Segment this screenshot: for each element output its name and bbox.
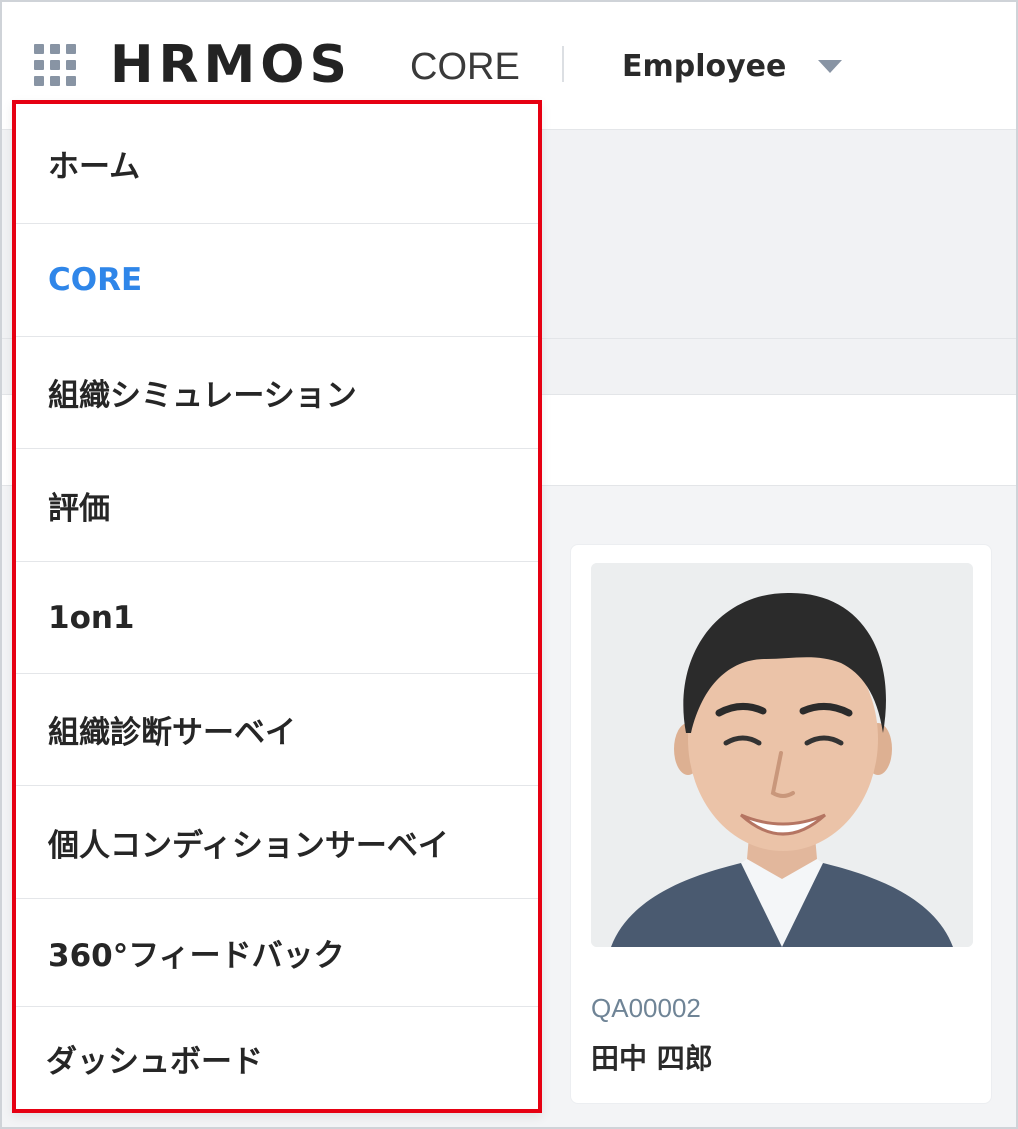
role-selector[interactable]: Employee (622, 42, 843, 90)
employee-name: 田中 四郎 (591, 1042, 713, 1075)
app-switcher-menu: ホーム CORE 組織シミュレーション 評価 1on1 組織診断サーベイ 個人コ… (12, 100, 542, 1113)
employee-photo (591, 563, 973, 947)
menu-item-1on1[interactable]: 1on1 (16, 562, 538, 674)
menu-item-org-survey[interactable]: 組織診断サーベイ (16, 674, 538, 786)
role-label: Employee (622, 48, 787, 84)
product-name: CORE (410, 46, 520, 88)
employee-card[interactable]: QA00002 田中 四郎 (570, 544, 992, 1104)
menu-item-dashboard[interactable]: ダッシュボード (16, 1007, 538, 1109)
brand-logo[interactable]: HRMOS (110, 32, 352, 98)
menu-item-home[interactable]: ホーム (16, 104, 538, 224)
menu-item-360-feedback[interactable]: 360°フィードバック (16, 899, 538, 1007)
menu-item-condition-survey[interactable]: 個人コンディションサーベイ (16, 786, 538, 899)
menu-item-org-simulation[interactable]: 組織シミュレーション (16, 337, 538, 449)
caret-down-icon (818, 59, 843, 73)
header-divider (562, 46, 564, 82)
app-switcher-grid-icon[interactable] (34, 44, 80, 86)
app-window: HRMOS CORE Employee QA00002 田中 四郎 ホーム CO… (0, 0, 1018, 1129)
menu-item-evaluation[interactable]: 評価 (16, 449, 538, 562)
menu-item-core[interactable]: CORE (16, 224, 538, 337)
employee-id: QA00002 (591, 993, 701, 1023)
